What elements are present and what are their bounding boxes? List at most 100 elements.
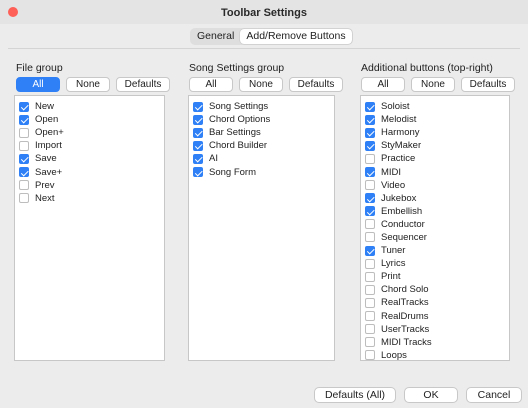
- checkbox-checked[interactable]: [19, 167, 29, 178]
- list-item[interactable]: RealTracks: [365, 296, 509, 309]
- file-all-button[interactable]: All: [16, 77, 60, 92]
- list-item[interactable]: Bar Settings: [193, 126, 334, 139]
- checkbox-unchecked[interactable]: [365, 180, 375, 191]
- file-none-button[interactable]: None: [66, 77, 110, 92]
- checkbox-unchecked[interactable]: [19, 193, 29, 204]
- checkbox-checked[interactable]: [365, 127, 375, 138]
- checkbox-unchecked[interactable]: [365, 337, 375, 348]
- checkbox-checked[interactable]: [193, 140, 203, 151]
- list-item[interactable]: Loops: [365, 349, 509, 362]
- tab-bar: General Add/Remove Buttons: [190, 28, 353, 45]
- list-item[interactable]: Song Settings: [193, 100, 334, 113]
- list-item[interactable]: Sequencer: [365, 231, 509, 244]
- list-item[interactable]: New: [19, 100, 164, 113]
- checkbox-unchecked[interactable]: [19, 140, 29, 151]
- checkbox-unchecked[interactable]: [19, 127, 29, 138]
- additional-buttons-list[interactable]: Soloist Melodist Harmony StyMaker Practice MI…: [360, 95, 510, 361]
- list-item[interactable]: UserTracks: [365, 323, 509, 336]
- additional-defaults-button[interactable]: Defaults: [461, 77, 515, 92]
- song-defaults-button[interactable]: Defaults: [289, 77, 343, 92]
- list-item[interactable]: Chord Solo: [365, 283, 509, 296]
- list-item-label: New: [35, 101, 55, 113]
- list-item-label: Prev: [35, 179, 55, 191]
- checkbox-checked[interactable]: [365, 193, 375, 204]
- list-item[interactable]: AI: [193, 152, 334, 165]
- checkbox-unchecked[interactable]: [365, 311, 375, 322]
- list-item[interactable]: Import: [19, 139, 164, 152]
- checkbox-unchecked[interactable]: [365, 324, 375, 335]
- list-item[interactable]: Save: [19, 152, 164, 165]
- list-item-label: UserTracks: [381, 323, 430, 335]
- checkbox-checked[interactable]: [193, 114, 203, 125]
- checkbox-checked[interactable]: [365, 114, 375, 125]
- list-item-label: Melodist: [381, 114, 417, 126]
- list-item[interactable]: Print: [365, 270, 509, 283]
- checkbox-checked[interactable]: [365, 101, 375, 112]
- list-item[interactable]: MIDI Tracks: [365, 336, 509, 349]
- checkbox-unchecked[interactable]: [365, 297, 375, 308]
- list-item-label: Lyrics: [381, 258, 406, 270]
- checkbox-checked[interactable]: [19, 153, 29, 164]
- list-item-label: Chord Builder: [209, 140, 268, 152]
- file-group-list[interactable]: New Open Open+ Import Save Save+ Prev Next: [14, 95, 165, 361]
- list-item[interactable]: Song Form: [193, 165, 334, 178]
- song-none-button[interactable]: None: [239, 77, 283, 92]
- list-item[interactable]: Soloist: [365, 100, 509, 113]
- list-item[interactable]: Embellish: [365, 205, 509, 218]
- list-item[interactable]: Open+: [19, 126, 164, 139]
- checkbox-unchecked[interactable]: [365, 350, 375, 361]
- checkbox-unchecked[interactable]: [365, 258, 375, 269]
- checkbox-unchecked[interactable]: [19, 180, 29, 191]
- checkbox-checked[interactable]: [193, 167, 203, 178]
- list-item[interactable]: Melodist: [365, 113, 509, 126]
- list-item[interactable]: MIDI: [365, 165, 509, 178]
- ok-button[interactable]: OK: [404, 387, 458, 403]
- cancel-button[interactable]: Cancel: [466, 387, 522, 403]
- checkbox-checked[interactable]: [365, 140, 375, 151]
- list-item-label: Chord Options: [209, 114, 271, 126]
- list-item-label: StyMaker: [381, 140, 422, 152]
- checkbox-checked[interactable]: [19, 114, 29, 125]
- tab-add-remove-buttons[interactable]: Add/Remove Buttons: [240, 29, 352, 44]
- list-item-label: Bar Settings: [209, 127, 261, 139]
- list-item[interactable]: Video: [365, 179, 509, 192]
- list-item[interactable]: Practice: [365, 152, 509, 165]
- checkbox-checked[interactable]: [365, 167, 375, 178]
- checkbox-checked[interactable]: [193, 153, 203, 164]
- list-item[interactable]: Conductor: [365, 218, 509, 231]
- checkbox-checked[interactable]: [365, 245, 375, 256]
- list-item[interactable]: Open: [19, 113, 164, 126]
- list-item-label: Harmony: [381, 127, 420, 139]
- checkbox-unchecked[interactable]: [365, 232, 375, 243]
- additional-all-button[interactable]: All: [361, 77, 405, 92]
- song-settings-group: Song Settings group All None Defaults: [189, 62, 343, 92]
- list-item[interactable]: Chord Builder: [193, 139, 334, 152]
- checkbox-checked[interactable]: [365, 206, 375, 217]
- list-item[interactable]: RealDrums: [365, 310, 509, 323]
- list-item[interactable]: Save+: [19, 165, 164, 178]
- window-title: Toolbar Settings: [221, 7, 307, 19]
- additional-none-button[interactable]: None: [411, 77, 455, 92]
- list-item[interactable]: Harmony: [365, 126, 509, 139]
- tab-general[interactable]: General: [191, 29, 240, 44]
- file-defaults-button[interactable]: Defaults: [116, 77, 170, 92]
- checkbox-unchecked[interactable]: [365, 153, 375, 164]
- checkbox-checked[interactable]: [19, 101, 29, 112]
- list-item[interactable]: Jukebox: [365, 192, 509, 205]
- list-item-label: Loops: [381, 349, 407, 361]
- list-item[interactable]: Next: [19, 192, 164, 205]
- checkbox-checked[interactable]: [193, 101, 203, 112]
- song-all-button[interactable]: All: [189, 77, 233, 92]
- list-item-label: Sequencer: [381, 231, 427, 243]
- checkbox-unchecked[interactable]: [365, 219, 375, 230]
- list-item[interactable]: Prev: [19, 179, 164, 192]
- defaults-all-button[interactable]: Defaults (All): [314, 387, 396, 403]
- checkbox-unchecked[interactable]: [365, 271, 375, 282]
- list-item[interactable]: StyMaker: [365, 139, 509, 152]
- checkbox-checked[interactable]: [193, 127, 203, 138]
- list-item[interactable]: Lyrics: [365, 257, 509, 270]
- checkbox-unchecked[interactable]: [365, 284, 375, 295]
- song-settings-list[interactable]: Song Settings Chord Options Bar Settings Ch…: [188, 95, 335, 361]
- list-item[interactable]: Tuner: [365, 244, 509, 257]
- list-item[interactable]: Chord Options: [193, 113, 334, 126]
